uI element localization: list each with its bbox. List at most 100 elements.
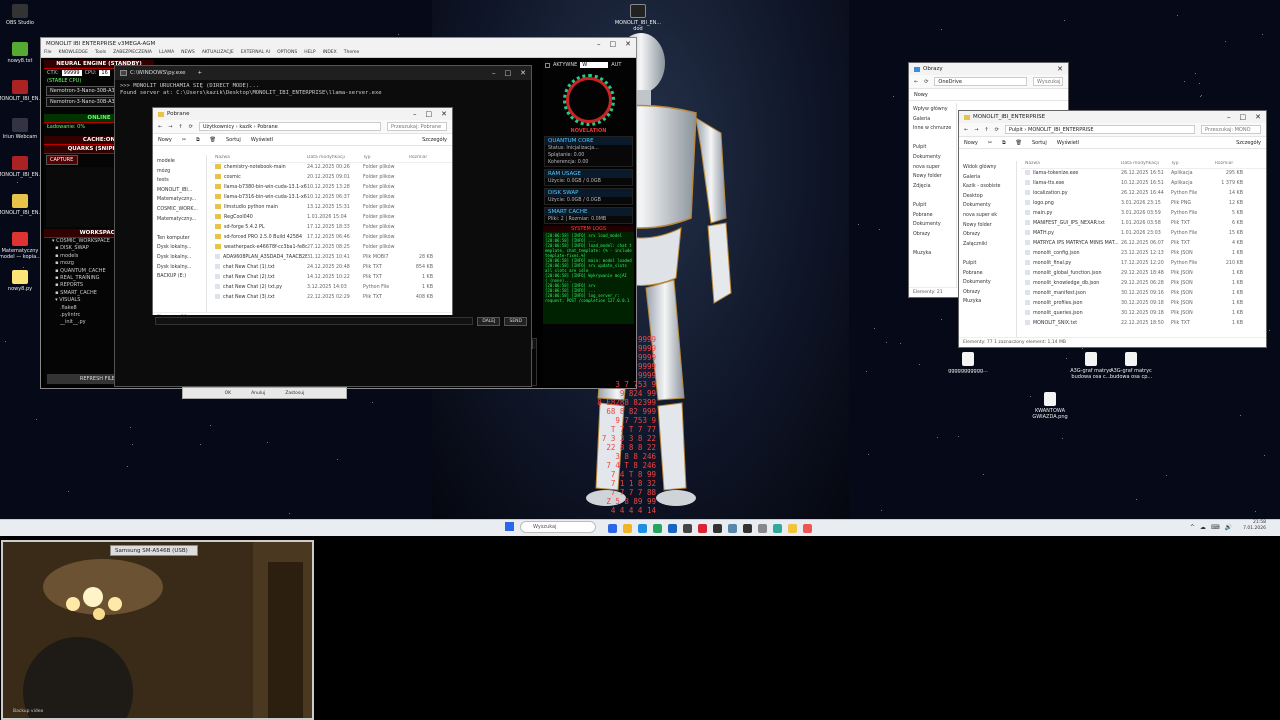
taskbar-app-icon[interactable] — [728, 524, 737, 533]
new-button[interactable]: Nowy — [158, 137, 172, 143]
desktop-icon[interactable]: MONOLIT_IBI_EN... — [0, 80, 43, 102]
tray-icon[interactable]: ☁ — [1200, 524, 1206, 531]
active-checkbox[interactable] — [545, 63, 550, 68]
file-row[interactable]: main.py 3.01.2026 03:59 Python File 5 KB — [1021, 209, 1266, 219]
menu-item[interactable]: NEWS — [181, 50, 195, 57]
file-row[interactable]: monolit_final.py 17.12.2025 12:20 Python F… — [1021, 259, 1266, 269]
explorer-titlebar[interactable]: Obrazy ✕ — [909, 63, 1068, 75]
address-bar[interactable]: Pulpit › MONOLIT_IBI_ENTERPRISE — [1005, 125, 1195, 134]
taskbar-app-icon[interactable] — [653, 524, 662, 533]
cmd-titlebar[interactable]: C:\WINDOWS\py.exe + – □ ✕ — [115, 66, 531, 80]
file-row[interactable]: chat New Chat (2).txt 14.12.2025 10:22 Pli… — [211, 273, 452, 283]
apply-button[interactable]: Zastosuj — [285, 388, 304, 398]
desktop-icon[interactable]: MONOLIT_IBI_EN... — [0, 156, 43, 178]
nav-item[interactable]: Obrazy — [913, 230, 952, 240]
maximize-icon[interactable]: □ — [426, 110, 433, 118]
desktop-icon[interactable]: nowy8.py — [0, 270, 43, 292]
file-row[interactable]: monolit_config.json 23.12.2025 12:13 Plik … — [1021, 249, 1266, 259]
file-row[interactable]: RegCool040 1.01.2026 15:04 Folder plików — [211, 213, 452, 223]
minimize-icon[interactable]: – — [597, 40, 601, 48]
file-row[interactable]: ADA9608PLAN_A3SDAD4_7AACB2B78...31.12.20… — [211, 253, 452, 263]
col-size[interactable]: Rozmiar — [1215, 161, 1243, 168]
file-row[interactable]: chat New Chat (1).txt 24.12.2025 20:48 Pli… — [211, 263, 452, 273]
taskbar-app-icon[interactable] — [608, 524, 617, 533]
menu-item[interactable]: HELP — [304, 50, 315, 57]
file-row[interactable]: monolit_queries.json 30.12.2025 09:18 Plik… — [1021, 309, 1266, 319]
search-input[interactable]: Wyszukaj — [1033, 77, 1063, 86]
file-row[interactable]: monolit_knowledge_db.json 29.12.2025 06:2… — [1021, 279, 1266, 289]
nav-item[interactable]: Zdjęcia — [913, 182, 952, 192]
file-row[interactable]: monolit_global_function.json 29.12.2025 1… — [1021, 269, 1266, 279]
desktop-icon[interactable]: OBS Studio — [0, 4, 43, 26]
nav-item[interactable]: Matematyczny... — [157, 215, 202, 225]
file-row[interactable]: MANIFEST_GUI_IPS_NEXAR.txt 1.01.2026 03:5… — [1021, 219, 1266, 229]
menu-item[interactable]: Tools — [95, 50, 106, 57]
crumb[interactable]: MONOLIT_IBI_ENTERPRISE — [1028, 127, 1094, 133]
menu-item[interactable]: File — [44, 50, 52, 57]
view-button[interactable]: Wyświetl — [1057, 140, 1079, 146]
cmd-output[interactable]: >>> MONOLIT URUCHAMIA SIĘ (DIRECT MODE).… — [115, 80, 531, 100]
tray-icon[interactable]: ^ — [1190, 524, 1195, 531]
nav-item[interactable]: Obrazy — [963, 230, 1012, 240]
explorer-monolit[interactable]: MONOLIT_IBI_ENTERPRISE – □ ✕ ← → ↑ ⟳ Pulpi… — [958, 110, 1267, 348]
nav-item[interactable]: Dokumenty — [963, 201, 1012, 211]
capture-button[interactable]: CAPTURE — [46, 155, 78, 165]
nav-item[interactable]: Dysk lokalny... — [157, 263, 202, 273]
nav-item[interactable]: Galeria — [963, 173, 1012, 183]
view-button[interactable]: Wyświetl — [251, 137, 273, 143]
nav-item[interactable]: Dysk lokalny... — [157, 243, 202, 253]
nav-item[interactable]: BACKUP (E:) — [157, 272, 202, 282]
file-row[interactable]: llama-b7316-bin-win-cuda-13.1-x64 10.12.2… — [211, 193, 452, 203]
chat-input[interactable] — [155, 317, 473, 325]
menu-item[interactable]: INDEX — [323, 50, 337, 57]
nav-item[interactable]: Pulpit — [913, 143, 952, 153]
nav-item[interactable]: COSMIC_WORK... — [157, 205, 202, 215]
nav-item[interactable]: modele — [157, 157, 202, 167]
taskbar-app-icon[interactable] — [623, 524, 632, 533]
explorer-titlebar[interactable]: Pobrane – □ ✕ — [153, 108, 452, 120]
search-input[interactable]: Przeszukaj: MONO — [1201, 125, 1261, 134]
nav-item[interactable]: nova super — [913, 163, 952, 173]
file-row[interactable]: MATH.py 1.01.2026 23:03 Python File 15 KB — [1021, 229, 1266, 239]
desktop-file-icon[interactable]: ggggggggggg... — [945, 352, 991, 374]
col-name[interactable]: Nazwa — [215, 155, 307, 162]
file-row[interactable]: localization.py 26.12.2025 16:44 Python Fi… — [1021, 189, 1266, 199]
nav-item[interactable]: Ten komputer — [157, 234, 202, 244]
file-row[interactable]: monolit_manifest.json 30.12.2025 09:16 Pli… — [1021, 289, 1266, 299]
cancel-button[interactable]: Anuluj — [251, 388, 265, 398]
nav-item[interactable]: Pulpit — [913, 201, 952, 211]
nav-item[interactable]: MONOLIT_IBI... — [157, 186, 202, 196]
new-tab-icon[interactable]: + — [198, 70, 203, 76]
nav-item[interactable]: Dokumenty — [913, 153, 952, 163]
cpu-input[interactable]: 16 — [99, 70, 109, 76]
copy-icon[interactable]: ⧉ — [1002, 140, 1006, 146]
nav-item[interactable]: Kazik - osobiste — [963, 182, 1012, 192]
nav-item[interactable]: mózg — [157, 167, 202, 177]
forward-icon[interactable]: → — [168, 124, 172, 130]
explorer-titlebar[interactable]: MONOLIT_IBI_ENTERPRISE – □ ✕ — [959, 111, 1266, 123]
file-row[interactable]: llama-b7380-bin-win-cuda-13.1-x64 10.12.2… — [211, 183, 452, 193]
desktop-file-icon[interactable]: A3G-graf matryc budowa osa cp... — [1108, 352, 1154, 380]
minimize-icon[interactable]: – — [413, 110, 417, 118]
refresh-icon[interactable]: ⟳ — [995, 127, 999, 133]
maximize-icon[interactable]: □ — [610, 40, 617, 48]
close-icon[interactable]: ✕ — [625, 40, 631, 48]
file-row[interactable]: chat New Chat (3).txt 22.12.2025 02:29 Pli… — [211, 293, 452, 303]
nav-item[interactable]: nova super ek — [963, 211, 1012, 221]
close-icon[interactable]: ✕ — [520, 69, 526, 77]
w-input[interactable]: W — [580, 62, 608, 68]
close-icon[interactable]: ✕ — [441, 110, 447, 118]
menu-item[interactable]: AKTUALIZACJE — [202, 50, 234, 57]
maximize-icon[interactable]: □ — [505, 69, 512, 77]
address-bar[interactable]: Użytkownicy › kazik › Pobrane — [199, 122, 381, 131]
menu-item[interactable]: Theme — [344, 50, 360, 57]
taskbar-app-icon[interactable] — [803, 524, 812, 533]
tray-icon[interactable]: 🔊 — [1225, 524, 1232, 531]
monolit-titlebar[interactable]: MONOLIT IBI ENTERPRISE v3MEGA-AGM – □ ✕ — [41, 38, 636, 50]
explorer-pobrane[interactable]: Pobrane – □ ✕ ← → ↑ ⟳ Użytkownicy › kazik … — [152, 107, 453, 323]
nav-item[interactable]: Wpływ główny — [913, 105, 952, 115]
taskbar-search[interactable]: Wyszukaj — [520, 521, 596, 533]
col-size[interactable]: Rozmiar — [409, 155, 433, 162]
taskbar-app-icon[interactable] — [668, 524, 677, 533]
file-row[interactable]: logo.png 3.01.2026 23:15 Plik PNG 12 KB — [1021, 199, 1266, 209]
